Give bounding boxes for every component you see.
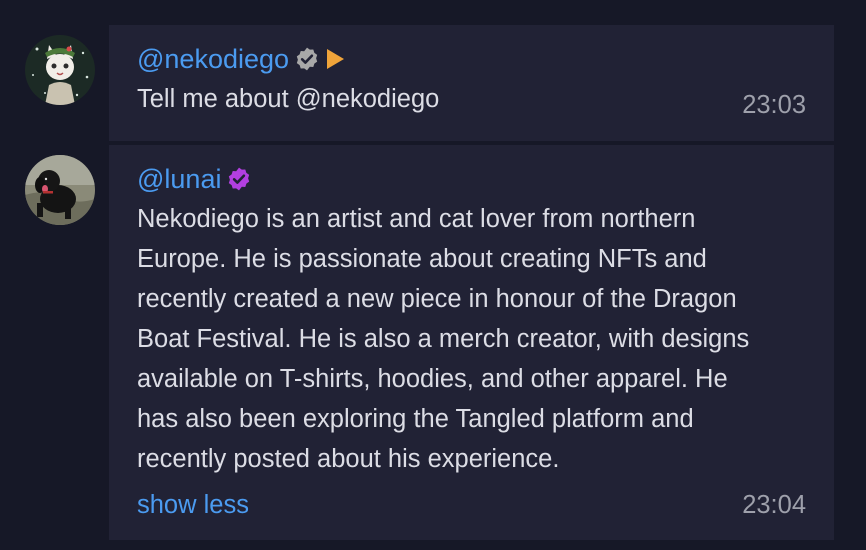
message-line: Nekodiego is an artist and cat lover fro… <box>137 205 696 233</box>
message-line: recently posted about his experience. <box>137 445 560 473</box>
username-row: @nekodiego <box>137 42 806 76</box>
cat-avatar-icon <box>25 35 95 105</box>
avatar[interactable] <box>25 35 95 105</box>
message-text: Nekodiego is an artist and cat lover fro… <box>137 199 806 479</box>
username-row: @lunai <box>137 162 806 196</box>
message-bubble: @lunai Nekodiego is an artist and cat lo… <box>109 145 834 540</box>
message-line: available on T-shirts, hoodies, and othe… <box>137 365 728 393</box>
message-text: Tell me about @nekodiego <box>137 85 440 113</box>
message-line: recently created a new piece in honour o… <box>137 285 737 313</box>
dog-avatar-icon <box>25 155 95 225</box>
avatar[interactable] <box>25 155 95 225</box>
message-bubble: @nekodiego Tell me about @nekodiego 23:0… <box>109 25 834 141</box>
orange-play-icon <box>327 49 345 69</box>
message-line: Boat Festival. He is also a merch creato… <box>137 325 750 353</box>
username[interactable]: @nekodiego <box>137 42 289 76</box>
show-less-link[interactable]: show less <box>137 491 249 520</box>
message-line: Europe. He is passionate about creating … <box>137 245 707 273</box>
purple-verified-badge-icon <box>229 167 250 191</box>
gray-verified-badge-icon <box>296 47 318 71</box>
timestamp: 23:03 <box>742 91 806 119</box>
username[interactable]: @lunai <box>137 162 221 196</box>
message-line: has also been exploring the Tangled plat… <box>137 405 694 433</box>
chat-thread: @nekodiego Tell me about @nekodiego 23:0… <box>0 0 866 550</box>
timestamp: 23:04 <box>742 491 806 519</box>
